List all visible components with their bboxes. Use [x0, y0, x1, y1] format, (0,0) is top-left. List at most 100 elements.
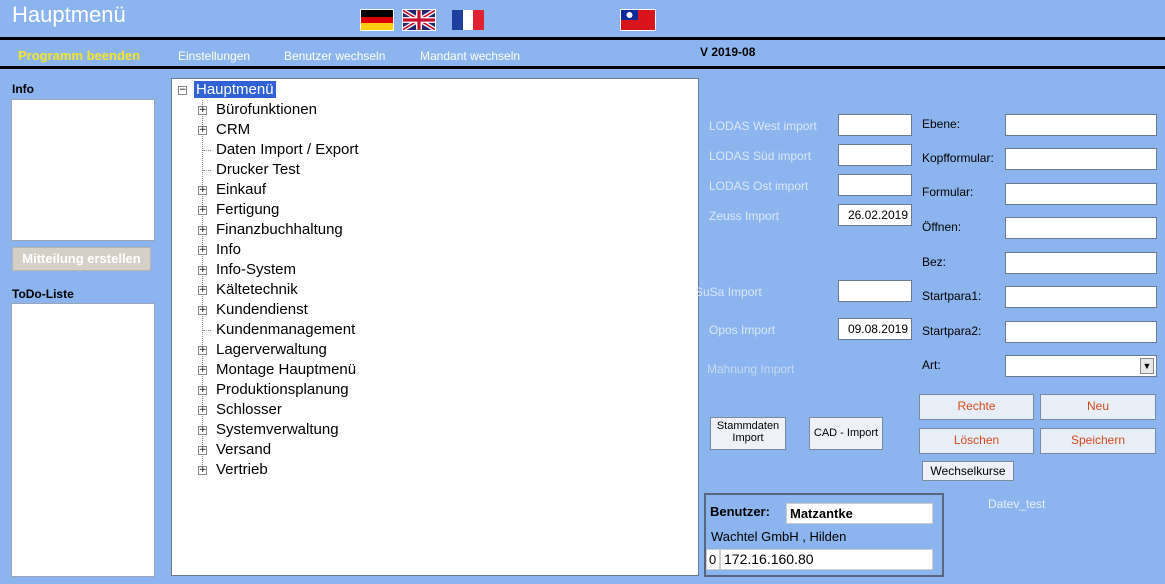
mahnung-import-label[interactable]: Mahnung Import [707, 362, 794, 376]
tree-connector [203, 170, 211, 171]
collapse-icon[interactable]: − [178, 86, 187, 95]
zeuss-import-field[interactable]: 26.02.2019 [838, 204, 912, 226]
tree-node-label: Info [216, 241, 242, 258]
expand-icon[interactable]: + [198, 106, 207, 115]
tree-node-label: Systemverwaltung [216, 421, 339, 438]
lodas-ost-label: LODAS Ost import [709, 179, 809, 193]
tree-node[interactable]: Daten Import / Export [216, 141, 359, 159]
ebene-label: Ebene: [922, 117, 961, 131]
expand-icon[interactable]: + [198, 266, 207, 275]
lodas-west-field[interactable] [838, 114, 912, 136]
expand-icon[interactable]: + [198, 186, 207, 195]
expand-icon[interactable]: + [198, 246, 207, 255]
tree-node-label: Daten Import / Export [216, 141, 359, 158]
art-select[interactable]: ▼ [1005, 355, 1157, 377]
expand-icon[interactable]: + [198, 406, 207, 415]
expand-icon[interactable]: + [198, 426, 207, 435]
lodas-ost-field[interactable] [838, 174, 912, 196]
formular-field[interactable] [1005, 183, 1157, 205]
loeschen-button[interactable]: Löschen [919, 428, 1034, 454]
tree-node[interactable]: Kundendienst [216, 301, 308, 319]
german-flag-icon[interactable] [360, 9, 394, 31]
expand-icon[interactable]: + [198, 306, 207, 315]
header-divider [0, 37, 1165, 40]
dropdown-arrow-icon[interactable]: ▼ [1140, 358, 1154, 374]
oeffnen-field[interactable] [1005, 217, 1157, 239]
datev-label: Datev_test [988, 497, 1046, 511]
tree-node[interactable]: CRM [216, 121, 250, 139]
tree-node[interactable]: Fertigung [216, 201, 279, 219]
bez-field[interactable] [1005, 252, 1157, 274]
formular-label: Formular: [922, 185, 974, 199]
info-panel [11, 99, 155, 241]
tree-node-label: Info-System [216, 261, 297, 278]
menu-bar: Programm beenden Einstellungen Benutzer … [0, 48, 1165, 63]
susa-import-field[interactable] [838, 280, 912, 302]
tree-node[interactable]: Info-System [216, 261, 296, 279]
expand-icon[interactable]: + [198, 466, 207, 475]
tree-node-label: Versand [216, 441, 272, 458]
tree-node-label: Fertigung [216, 201, 280, 218]
session-number-field: 0 [706, 549, 720, 570]
expand-icon[interactable]: + [198, 226, 207, 235]
neu-button[interactable]: Neu [1040, 394, 1156, 420]
wechselkurse-button[interactable]: Wechselkurse [922, 461, 1014, 481]
lodas-sued-field[interactable] [838, 144, 912, 166]
cad-import-button[interactable]: CAD - Import [809, 417, 883, 450]
tree-node[interactable]: Vertrieb [216, 461, 268, 479]
ip-address-field: 172.16.160.80 [720, 549, 933, 570]
rechte-button[interactable]: Rechte [919, 394, 1034, 420]
tree-node-label: CRM [216, 121, 251, 138]
kopfformular-field[interactable] [1005, 148, 1157, 170]
tree-node[interactable]: Bürofunktionen [216, 101, 317, 119]
stammdaten-import-button[interactable]: Stammdaten Import [710, 417, 786, 450]
taiwan-flag-icon[interactable] [620, 9, 656, 31]
todo-list[interactable] [11, 303, 155, 577]
tree-node[interactable]: Info [216, 241, 241, 259]
expand-icon[interactable]: + [198, 126, 207, 135]
expand-icon[interactable]: + [198, 366, 207, 375]
speichern-button[interactable]: Speichern [1040, 428, 1156, 454]
expand-icon[interactable]: + [198, 386, 207, 395]
user-label: Benutzer: [710, 504, 770, 519]
tree-node-label: Einkauf [216, 181, 267, 198]
tree-node[interactable]: Produktionsplanung [216, 381, 349, 399]
ebene-field[interactable] [1005, 114, 1157, 136]
todo-label: ToDo-Liste [12, 287, 74, 301]
tree-root-node[interactable]: Hauptmenü [194, 81, 276, 99]
tree-node[interactable]: Lagerverwaltung [216, 341, 327, 359]
expand-icon[interactable]: + [198, 346, 207, 355]
switch-user-menu-item[interactable]: Benutzer wechseln [284, 49, 385, 63]
tree-node[interactable]: Kundenmanagement [216, 321, 355, 339]
expand-icon[interactable]: + [198, 286, 207, 295]
create-message-button[interactable]: Mitteilung erstellen [12, 247, 151, 271]
switch-client-menu-item[interactable]: Mandant wechseln [420, 49, 520, 63]
expand-icon[interactable]: + [198, 446, 207, 455]
tree-node[interactable]: Versand [216, 441, 271, 459]
opos-import-field[interactable]: 09.08.2019 [838, 318, 912, 340]
tree-node[interactable]: Drucker Test [216, 161, 300, 179]
main-menu-tree[interactable]: − Hauptmenü Bürofunktionen + CRM + Daten Imp… [171, 78, 699, 576]
window-title: Hauptmenü [12, 2, 126, 27]
opos-import-label: Opos Import [709, 323, 776, 337]
tree-node[interactable]: Systemverwaltung [216, 421, 339, 439]
tree-node[interactable]: Kältetechnik [216, 281, 298, 299]
user-panel: Benutzer: Matzantke Wachtel GmbH , Hilde… [704, 493, 944, 577]
expand-icon[interactable]: + [198, 206, 207, 215]
settings-menu-item[interactable]: Einstellungen [178, 49, 250, 63]
tree-root-label: Hauptmenü [194, 81, 276, 98]
tree-node-label: Kundenmanagement [216, 321, 356, 338]
french-flag-icon[interactable] [451, 9, 485, 31]
tree-node-label: Drucker Test [216, 161, 300, 178]
startpara2-label: Startpara2: [922, 324, 982, 338]
tree-node[interactable]: Schlosser [216, 401, 282, 419]
startpara1-field[interactable] [1005, 286, 1157, 308]
exit-program-menu-item[interactable]: Programm beenden [18, 48, 140, 63]
oeffnen-label: Öffnen: [922, 220, 962, 234]
tree-node[interactable]: Finanzbuchhaltung [216, 221, 343, 239]
tree-node[interactable]: Einkauf [216, 181, 266, 199]
tree-node[interactable]: Montage Hauptmenü [216, 361, 356, 379]
tree-node-label: Kältetechnik [216, 281, 298, 298]
uk-flag-icon[interactable] [402, 9, 436, 31]
startpara2-field[interactable] [1005, 321, 1157, 343]
